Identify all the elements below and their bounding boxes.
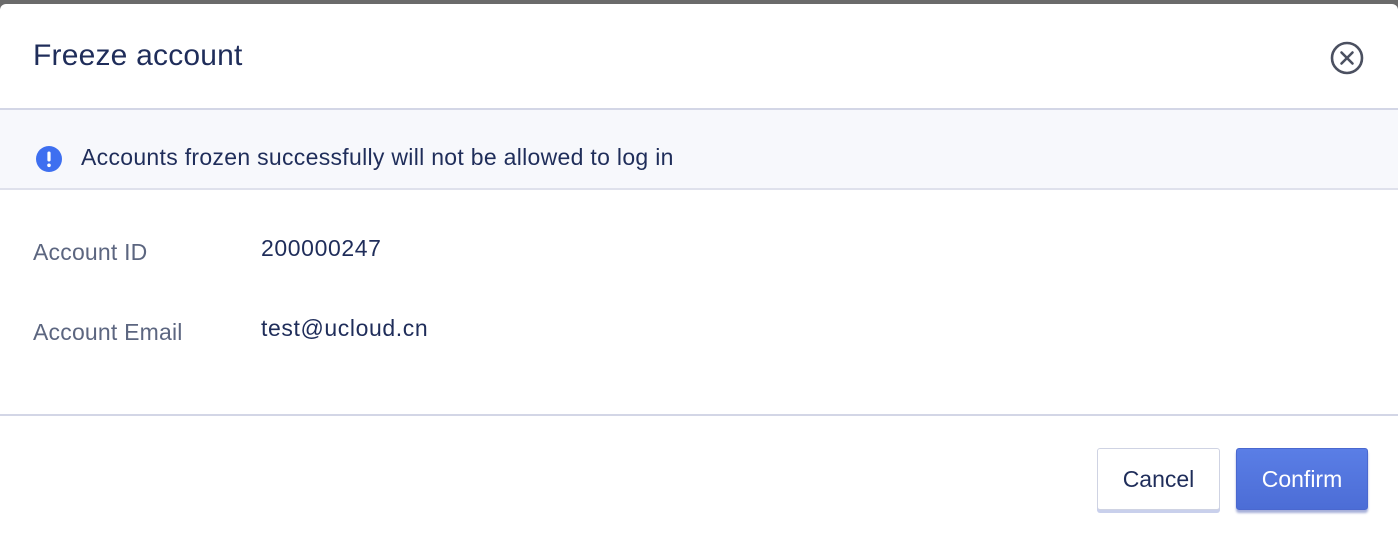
close-icon[interactable] (1330, 41, 1364, 75)
cancel-button[interactable]: Cancel (1097, 448, 1220, 510)
account-id-value: 200000247 (261, 235, 382, 261)
account-email-label: Account Email (33, 319, 183, 345)
freeze-account-dialog: Freeze account Accounts frozen successfu… (0, 4, 1398, 538)
exclamation-circle-icon (36, 146, 62, 172)
confirm-button[interactable]: Confirm (1236, 448, 1368, 510)
dialog-header: Freeze account (0, 4, 1398, 108)
dialog-title: Freeze account (33, 39, 243, 72)
account-email-value: test@ucloud.cn (261, 315, 429, 341)
info-notice: Accounts frozen successfully will not be… (0, 108, 1398, 190)
account-id-label: Account ID (33, 239, 148, 265)
footer-divider (0, 414, 1398, 416)
notice-text: Accounts frozen successfully will not be… (81, 144, 674, 170)
